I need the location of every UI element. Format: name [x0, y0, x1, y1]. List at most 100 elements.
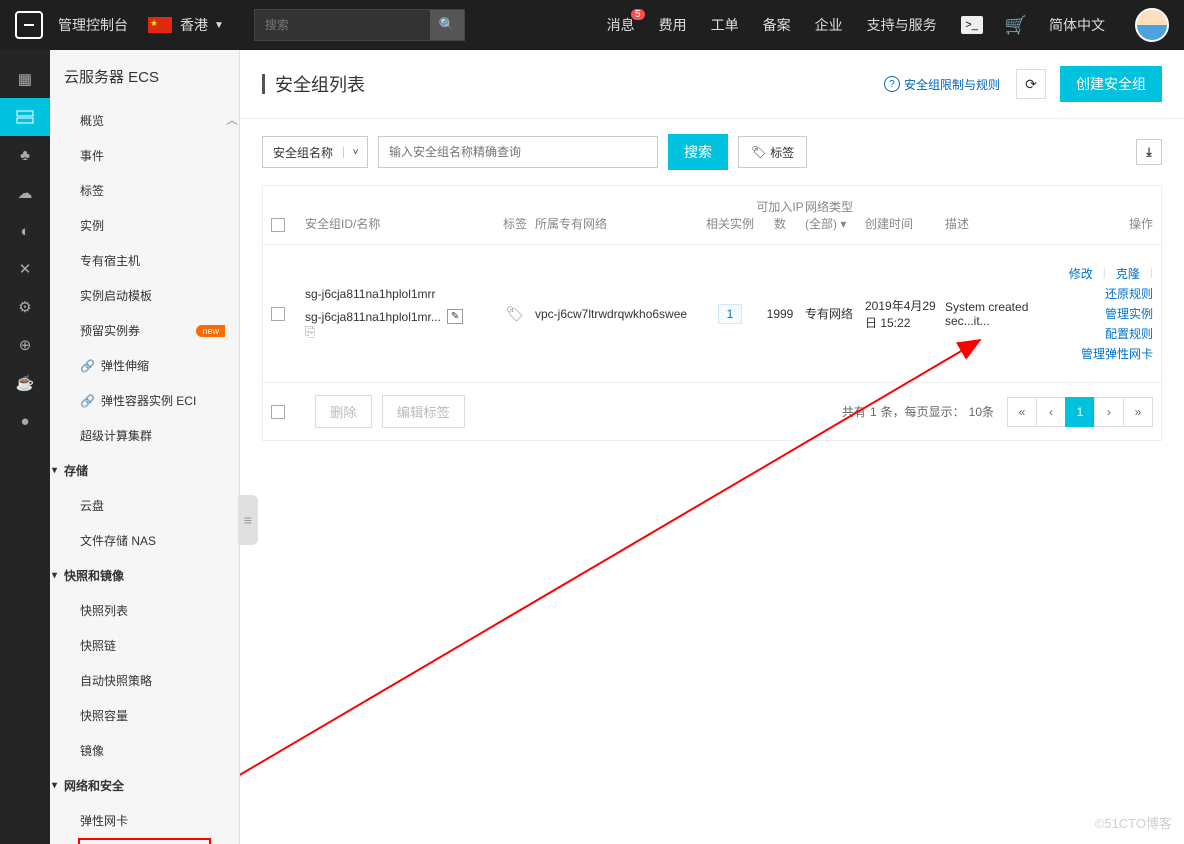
nav-messages[interactable]: 消息 5	[607, 15, 635, 35]
create-time: 2019年4月29日 15:22	[865, 297, 945, 331]
col-ip: 可加入IP数	[755, 198, 805, 232]
sg-table: 安全组ID/名称 标签 所属专有网络 相关实例 可加入IP数 网络类型(全部) …	[262, 185, 1162, 441]
ip-count: 1999	[755, 307, 805, 321]
sidebar-item-2[interactable]: 标签	[50, 173, 239, 208]
sidebar-item-14[interactable]: 快照列表	[50, 593, 239, 628]
action-clone[interactable]: 克隆	[1116, 265, 1140, 282]
product-sidebar: 云服务器 ECS ︿ 概览事件标签实例专有宿主机实例启动模板预留实例券new🔗弹…	[50, 50, 240, 844]
sidebar-item-12[interactable]: 文件存储 NAS	[50, 523, 239, 558]
search-input[interactable]	[255, 10, 430, 40]
pager-next[interactable]: ›	[1094, 397, 1124, 427]
chevron-down-icon: ▼	[214, 20, 224, 31]
chevron-down-icon: ˅	[343, 147, 367, 158]
nav-cost[interactable]: 费用	[659, 15, 687, 35]
nav-ticket[interactable]: 工单	[711, 15, 739, 35]
sidebar-item-13[interactable]: ▾快照和镜像	[50, 558, 239, 593]
server-icon	[16, 110, 34, 124]
footer-checkbox[interactable]	[271, 405, 285, 419]
edit-tag-button[interactable]: 编辑标签	[382, 395, 465, 428]
sidebar-item-20[interactable]: 弹性网卡	[50, 803, 239, 838]
sidebar-item-17[interactable]: 快照容量	[50, 698, 239, 733]
messages-badge: 5	[631, 9, 645, 20]
vpc-link[interactable]: vpc-j6cw7ltrwdrqwkho6swee	[535, 307, 705, 321]
pager-first[interactable]: «	[1007, 397, 1037, 427]
help-link[interactable]: 安全组限制与规则	[884, 76, 1000, 93]
sidebar-item-10[interactable]: ▾存储	[50, 453, 239, 488]
action-modify[interactable]: 修改	[1069, 265, 1093, 282]
pagination: « ‹ 1 › »	[1008, 397, 1153, 427]
sidebar-item-1[interactable]: 事件	[50, 138, 239, 173]
cloudshell-button[interactable]: >_	[961, 16, 983, 34]
per-page[interactable]: 10条	[969, 403, 994, 420]
rail-item-7[interactable]: ⚙	[0, 288, 50, 326]
delete-button[interactable]: 删除	[315, 395, 372, 428]
edit-icon[interactable]: ✎	[447, 309, 463, 324]
col-time: 创建时间	[865, 215, 945, 232]
pager-last[interactable]: »	[1123, 397, 1153, 427]
col-act: 操作	[1035, 215, 1153, 232]
brand-logo[interactable]	[15, 11, 43, 39]
sidebar-item-21[interactable]: 安全组	[78, 838, 211, 844]
rail-all-products[interactable]: ▦	[0, 60, 50, 98]
instance-count[interactable]: 1	[718, 304, 743, 324]
action-manage[interactable]: 管理实例	[1105, 305, 1153, 322]
user-avatar[interactable]	[1135, 8, 1169, 42]
nav-enterprise[interactable]: 企业	[815, 15, 843, 35]
topbar: 管理控制台 香港 ▼ 🔍 消息 5 费用 工单 备案 企业 支持与服务 >_ 🛒…	[0, 0, 1184, 50]
nav-icp[interactable]: 备案	[763, 15, 791, 35]
rail-item-5[interactable]: ◐	[0, 212, 50, 250]
sg-id: sg-j6cja811na1hplol1mr...	[305, 310, 441, 324]
nav-language[interactable]: 简体中文	[1049, 15, 1105, 35]
sidebar-item-18[interactable]: 镜像	[50, 733, 239, 768]
sg-name-input[interactable]	[378, 136, 658, 168]
tag-filter[interactable]: 🏷标签	[738, 136, 807, 168]
rail-item-8[interactable]: ⊕	[0, 326, 50, 364]
create-sg-button[interactable]: 创建安全组	[1060, 66, 1162, 102]
title-accent	[262, 74, 265, 94]
sidebar-item-6[interactable]: 预留实例券new	[50, 313, 239, 348]
action-links: 修改| 克隆| 还原规则 管理实例 配置规则 管理弹性网卡	[1035, 265, 1153, 362]
sidebar-item-7[interactable]: 🔗弹性伸缩	[50, 348, 239, 383]
sidebar-item-19[interactable]: ▾网络和安全	[50, 768, 239, 803]
rail-item-4[interactable]: ☁	[0, 174, 50, 212]
sidebar-item-11[interactable]: 云盘	[50, 488, 239, 523]
nav-support[interactable]: 支持与服务	[867, 15, 937, 35]
sidebar-item-9[interactable]: 超级计算集群	[50, 418, 239, 453]
rail-item-6[interactable]: ✕	[0, 250, 50, 288]
sidebar-item-4[interactable]: 专有宿主机	[50, 243, 239, 278]
sidebar-item-3[interactable]: 实例	[50, 208, 239, 243]
action-restore[interactable]: 还原规则	[1105, 285, 1153, 302]
refresh-button[interactable]: ⟳	[1016, 69, 1046, 99]
rail-item-10[interactable]: ●	[0, 402, 50, 440]
filter-type-select[interactable]: 安全组名称 ˅	[262, 136, 368, 168]
export-button[interactable]: ⤓	[1136, 139, 1162, 165]
content-header: 安全组列表 安全组限制与规则 ⟳ 创建安全组	[240, 50, 1184, 119]
rail-ecs[interactable]	[0, 98, 50, 136]
copy-icon[interactable]: ⎘	[305, 324, 315, 339]
console-title: 管理控制台	[58, 15, 128, 35]
sidebar-item-5[interactable]: 实例启动模板	[50, 278, 239, 313]
region-selector[interactable]: 香港 ▼	[148, 15, 224, 35]
select-all-checkbox[interactable]	[271, 218, 285, 232]
sidebar-item-16[interactable]: 自动快照策略	[50, 663, 239, 698]
sidebar-item-15[interactable]: 快照链	[50, 628, 239, 663]
pager-page-1[interactable]: 1	[1065, 397, 1095, 427]
rail-item-9[interactable]: ☕	[0, 364, 50, 402]
table-row: sg-j6cja811na1hplol1mrr sg-j6cja811na1hp…	[263, 245, 1161, 383]
rail-item-3[interactable]: ♣	[0, 136, 50, 174]
search-button[interactable]: 搜索	[668, 134, 728, 170]
sidebar-collapse[interactable]: ≡	[238, 495, 258, 545]
row-checkbox[interactable]	[271, 307, 285, 321]
tag-icon[interactable]: 🏷	[505, 306, 524, 323]
pager-prev[interactable]: ‹	[1036, 397, 1066, 427]
search-button[interactable]: 🔍	[430, 10, 464, 40]
col-net[interactable]: 网络类型(全部) ▾	[805, 198, 865, 232]
sg-name[interactable]: sg-j6cja811na1hplol1mrr	[305, 287, 495, 301]
col-tag: 标签	[495, 215, 535, 232]
sidebar-title: 云服务器 ECS	[50, 50, 239, 103]
action-eni[interactable]: 管理弹性网卡	[1081, 345, 1153, 362]
action-config[interactable]: 配置规则	[1105, 325, 1153, 342]
sidebar-item-8[interactable]: 🔗弹性容器实例 ECI	[50, 383, 239, 418]
cart-icon[interactable]: 🛒	[1005, 15, 1027, 36]
sidebar-item-0[interactable]: 概览	[50, 103, 239, 138]
